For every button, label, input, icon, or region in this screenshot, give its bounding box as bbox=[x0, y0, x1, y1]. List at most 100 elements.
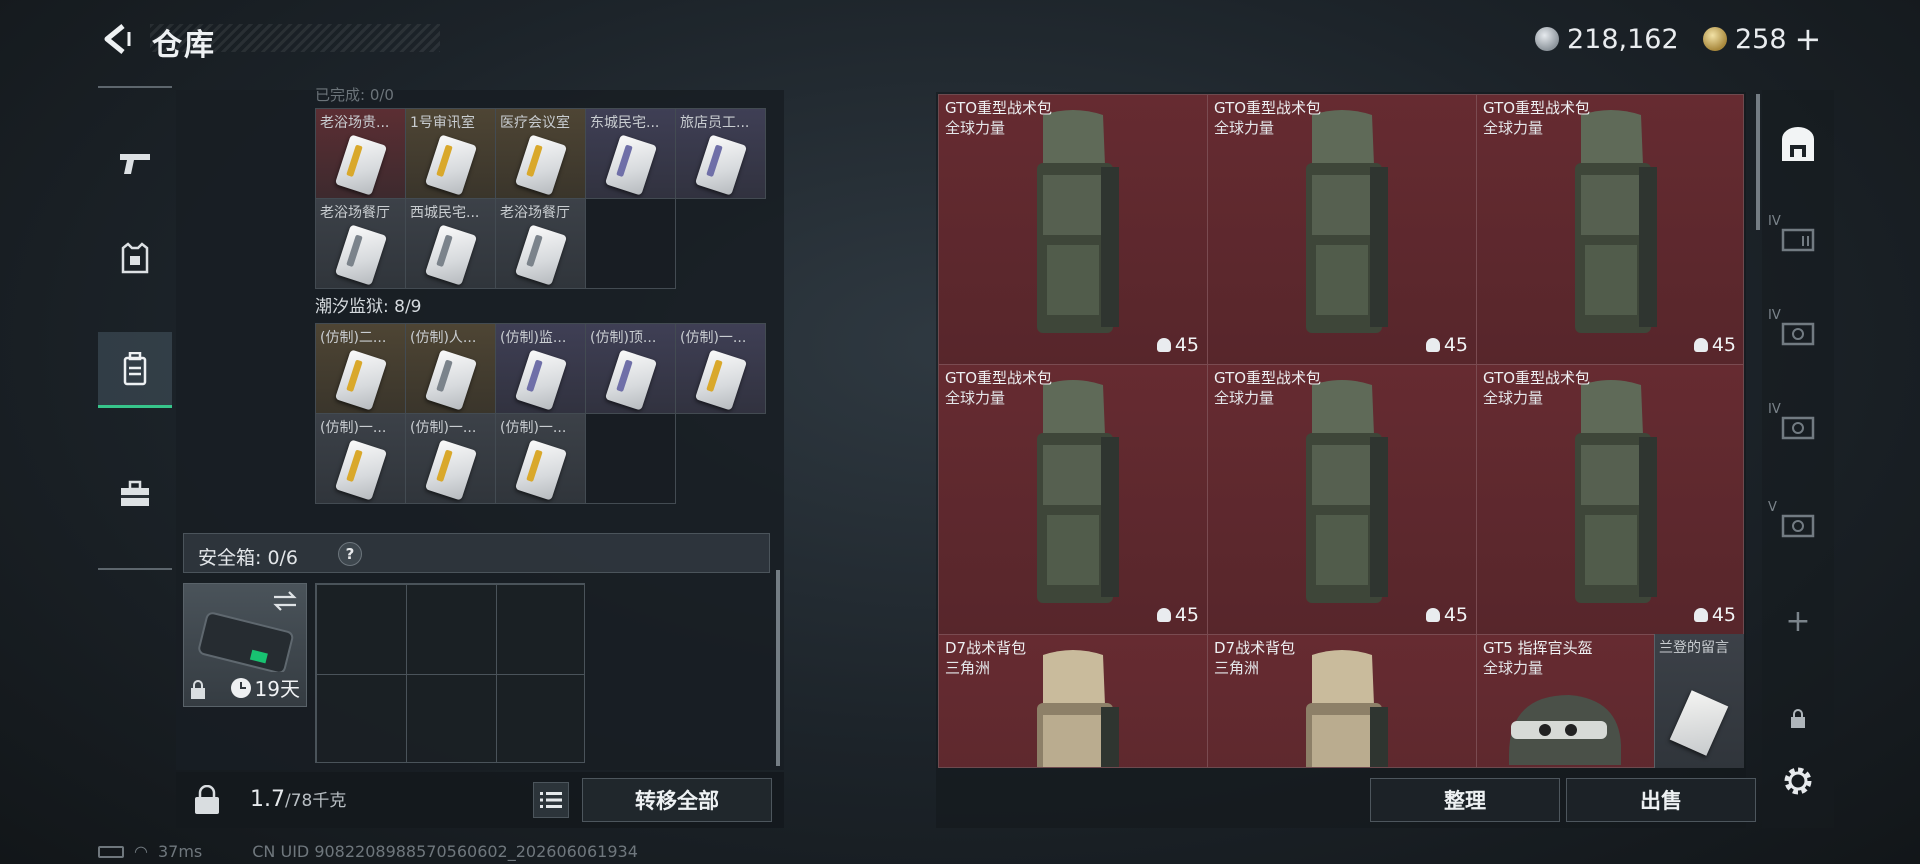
back-button[interactable] bbox=[96, 18, 136, 60]
armor-vest-icon bbox=[121, 242, 149, 274]
rail-case-3[interactable]: IV bbox=[1762, 392, 1834, 462]
keycard-item[interactable]: 老浴场贵... bbox=[316, 109, 406, 199]
help-icon[interactable]: ? bbox=[338, 542, 362, 566]
item-name: GTO重型战术包 bbox=[945, 99, 1053, 117]
keycard-item[interactable]: 医疗会议室 bbox=[496, 109, 586, 199]
item-name: GT5 指挥官头盔 bbox=[1483, 639, 1593, 657]
sort-button[interactable]: 整理 bbox=[1370, 778, 1560, 822]
safe-box-days: 19天 bbox=[254, 677, 300, 701]
list-view-button[interactable] bbox=[533, 782, 569, 818]
add-currency-button[interactable]: + bbox=[1795, 20, 1822, 58]
keycard-icon bbox=[514, 439, 568, 501]
keycard-item[interactable]: 旅店员工... bbox=[676, 109, 766, 199]
back-arrow-icon bbox=[104, 24, 131, 54]
item-count: 45 bbox=[1425, 604, 1468, 626]
item-maker: 全球力量 bbox=[1483, 389, 1544, 407]
silver-amount: 218,162 bbox=[1567, 23, 1679, 55]
container-item[interactable]: D7战术背包 三角洲 bbox=[1208, 635, 1477, 767]
ping-readout: 37ms bbox=[157, 842, 203, 861]
item-count-value: 45 bbox=[1711, 334, 1736, 356]
settings-button[interactable] bbox=[1762, 746, 1834, 816]
keycard-item[interactable]: (仿制)顶... bbox=[586, 324, 676, 414]
item-count-value: 45 bbox=[1443, 604, 1468, 626]
transfer-all-button[interactable]: 转移全部 bbox=[582, 778, 772, 822]
keycard-icon bbox=[514, 349, 568, 411]
rail-lock[interactable] bbox=[1762, 684, 1834, 754]
item-maker: 三角洲 bbox=[945, 659, 991, 677]
item-image bbox=[1013, 105, 1133, 359]
keycard-item[interactable]: (仿制)一... bbox=[406, 414, 496, 504]
keycard-icon bbox=[334, 134, 388, 196]
gold-coin-icon bbox=[1703, 27, 1727, 51]
weight-max: /78千克 bbox=[285, 791, 347, 811]
capacity-icon bbox=[1156, 608, 1171, 622]
sell-button[interactable]: 出售 bbox=[1566, 778, 1756, 822]
keycard-item[interactable]: (仿制)一... bbox=[496, 414, 586, 504]
keycard-icon bbox=[424, 224, 478, 286]
silver-coin-icon bbox=[1535, 27, 1559, 51]
lock-icon bbox=[1791, 709, 1805, 728]
keycard-item[interactable]: 1号审讯室 bbox=[406, 109, 496, 199]
keycard-icon bbox=[334, 349, 388, 411]
nav-armor[interactable] bbox=[98, 220, 172, 296]
keycard-item[interactable]: (仿制)一... bbox=[676, 324, 766, 414]
add-container-button[interactable]: + bbox=[1762, 586, 1834, 656]
container-item[interactable]: GTO重型战术包 全球力量 45 bbox=[939, 95, 1208, 365]
keycard-item[interactable]: 老浴场餐厅 bbox=[496, 199, 586, 289]
safe-box-item[interactable]: 19天 bbox=[183, 583, 307, 707]
item-image bbox=[1013, 645, 1133, 767]
case-iv-icon bbox=[1781, 322, 1815, 346]
item-maker: 全球力量 bbox=[1214, 119, 1275, 137]
faded-section-title: 已完成: 0/0 bbox=[315, 86, 394, 104]
swap-icon[interactable] bbox=[272, 590, 298, 612]
container-item-grid: GTO重型战术包 全球力量 45 GTO重型战术包 全球力量 45 GTO重型战术包 全球力量… bbox=[938, 94, 1744, 768]
backpack-icon bbox=[1575, 110, 1657, 333]
keycard-item[interactable]: (仿制)人... bbox=[406, 324, 496, 414]
container-scrollbar[interactable] bbox=[1756, 94, 1760, 230]
keycard-icon bbox=[694, 134, 748, 196]
capacity-icon bbox=[1693, 608, 1708, 622]
container-item[interactable]: D7战术背包 三角洲 bbox=[939, 635, 1208, 767]
rail-backpack[interactable] bbox=[1762, 110, 1834, 180]
item-count: 45 bbox=[1693, 334, 1736, 356]
item-count-value: 45 bbox=[1711, 604, 1736, 626]
rail-case-2[interactable]: IV bbox=[1762, 298, 1834, 368]
container-item[interactable]: GTO重型战术包 全球力量 45 bbox=[1208, 95, 1477, 365]
gear-icon bbox=[1784, 767, 1812, 795]
empty-slot[interactable] bbox=[586, 414, 676, 504]
item-image bbox=[1282, 105, 1402, 359]
stash-footer: 1.7/78千克 转移全部 bbox=[176, 772, 784, 828]
keycard-icon bbox=[334, 224, 388, 286]
keycard-item[interactable]: (仿制)一... bbox=[316, 414, 406, 504]
container-item[interactable]: GTO重型战术包 全球力量 45 bbox=[1477, 365, 1743, 635]
keycard-item[interactable]: (仿制)监... bbox=[496, 324, 586, 414]
stash-scrollbar[interactable] bbox=[776, 570, 780, 766]
keycard-item[interactable]: 老浴场餐厅 bbox=[316, 199, 406, 289]
keycard-item[interactable]: (仿制)二... bbox=[316, 324, 406, 414]
keycard-item[interactable]: 西城民宅... bbox=[406, 199, 496, 289]
nav-weapons[interactable] bbox=[98, 126, 172, 202]
item-maker: 全球力量 bbox=[945, 389, 1006, 407]
keycard-icon bbox=[514, 134, 568, 196]
safe-box-timer: 19天 bbox=[230, 673, 300, 702]
container-item[interactable]: GTO重型战术包 全球力量 45 bbox=[939, 365, 1208, 635]
keycard-item[interactable]: 东城民宅... bbox=[586, 109, 676, 199]
rail-case-4[interactable]: V bbox=[1762, 490, 1834, 560]
empty-slot[interactable] bbox=[586, 199, 676, 289]
section-title-tidal-prison: 潮汐监狱: 8/9 bbox=[315, 297, 422, 317]
safe-case-icon bbox=[198, 612, 294, 672]
item-image bbox=[1551, 105, 1671, 359]
page-title: 仓库 bbox=[152, 28, 216, 63]
item-name: D7战术背包 bbox=[1214, 639, 1296, 657]
note-item[interactable]: 兰登的留言 bbox=[1654, 634, 1744, 768]
item-count-value: 45 bbox=[1443, 334, 1468, 356]
safe-box-grid[interactable] bbox=[315, 583, 585, 763]
backpack-icon bbox=[123, 351, 147, 385]
item-count-value: 45 bbox=[1174, 604, 1199, 626]
nav-tools[interactable] bbox=[98, 456, 172, 532]
rail-case-1[interactable]: IV bbox=[1762, 204, 1834, 274]
container-item[interactable]: GTO重型战术包 全球力量 45 bbox=[1477, 95, 1743, 365]
capacity-icon bbox=[1693, 338, 1708, 352]
nav-backpack[interactable] bbox=[98, 332, 172, 408]
container-item[interactable]: GTO重型战术包 全球力量 45 bbox=[1208, 365, 1477, 635]
